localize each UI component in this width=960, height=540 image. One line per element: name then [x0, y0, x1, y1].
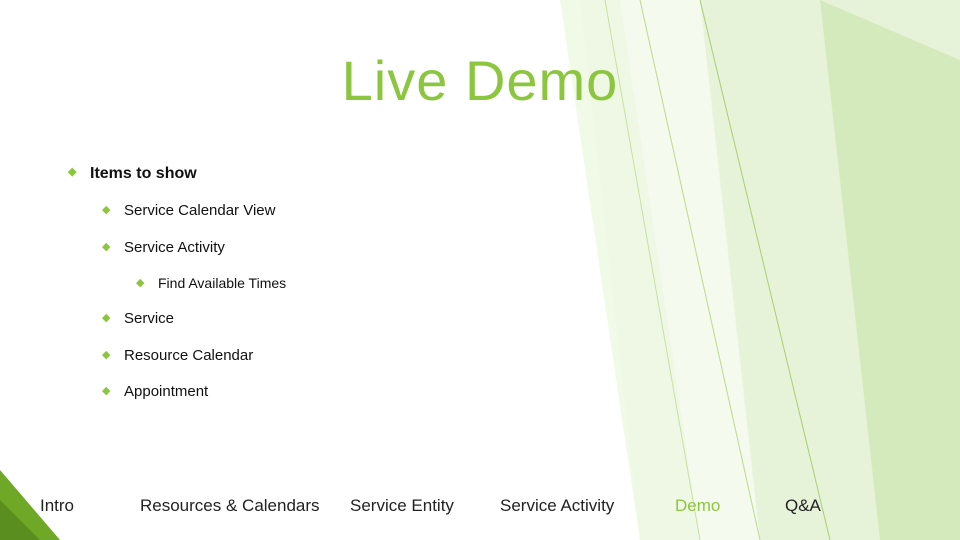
slide-title: Live Demo: [0, 48, 960, 113]
bullet-text: Resource Calendar: [124, 347, 253, 364]
bullet-text: Service Calendar View: [124, 202, 275, 219]
bullet-text: Find Available Times: [158, 275, 286, 291]
bullet-heading-text: Items to show: [90, 165, 197, 182]
bullet-heading: Items to show Service Calendar View Serv…: [68, 162, 880, 404]
nav-qa[interactable]: Q&A: [785, 496, 821, 516]
nav-entity[interactable]: Service Entity: [350, 496, 500, 516]
bullet-item: Service Calendar View: [102, 200, 880, 223]
bullet-text: Service Activity: [124, 239, 225, 256]
bullet-item: Service Activity Find Available Times: [102, 237, 880, 295]
bullet-text: Appointment: [124, 383, 208, 400]
slide: Live Demo Items to show Service Calendar…: [0, 0, 960, 540]
bullet-item: Appointment: [102, 381, 880, 404]
nav-demo[interactable]: Demo: [675, 496, 785, 516]
bullet-item: Resource Calendar: [102, 345, 880, 368]
nav-intro[interactable]: Intro: [40, 496, 140, 516]
bullet-item: Service: [102, 308, 880, 331]
nav-resources[interactable]: Resources & Calendars: [140, 496, 350, 516]
bullet-subitem: Find Available Times: [136, 273, 880, 294]
nav-activity[interactable]: Service Activity: [500, 496, 675, 516]
bullet-text: Service: [124, 310, 174, 327]
section-nav: Intro Resources & Calendars Service Enti…: [0, 496, 960, 516]
slide-content: Items to show Service Calendar View Serv…: [68, 162, 880, 418]
